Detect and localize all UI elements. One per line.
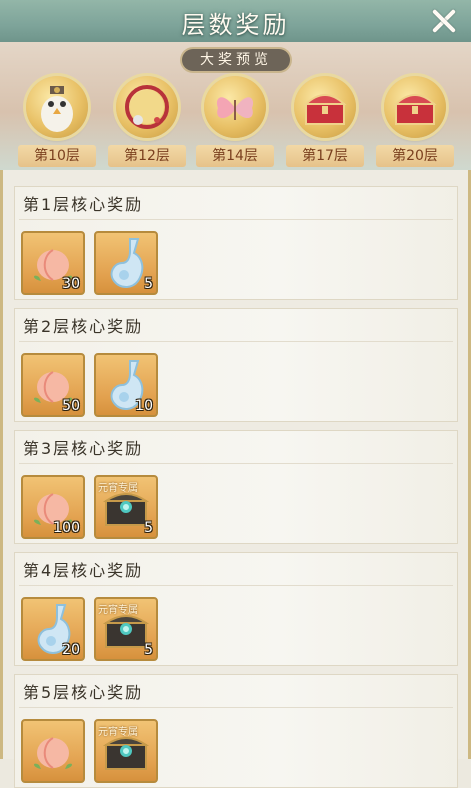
divider bbox=[19, 341, 453, 342]
ring-frame-icon bbox=[116, 76, 178, 138]
divider bbox=[19, 219, 453, 220]
reward-card-title: 第5层核心奖励 bbox=[23, 683, 144, 702]
reward-count: 20 bbox=[62, 642, 80, 658]
preview-item[interactable]: 第17层 bbox=[286, 74, 366, 170]
preview-floor-label: 第10层 bbox=[18, 145, 96, 167]
reward-count: 10 bbox=[135, 398, 153, 414]
owl-avatar-icon bbox=[26, 76, 88, 138]
preview-item[interactable]: 第10层 bbox=[18, 74, 98, 170]
divider bbox=[19, 707, 453, 708]
red-chest-icon bbox=[384, 76, 446, 138]
reward-count: 5 bbox=[144, 276, 153, 292]
reward-card: 第4层核心奖励 20 元宵专属 5 bbox=[14, 552, 458, 666]
reward-slot[interactable]: 10 bbox=[94, 353, 158, 417]
reward-card-title: 第2层核心奖励 bbox=[23, 317, 144, 336]
preview-item[interactable]: 第12层 bbox=[108, 74, 188, 170]
reward-slot[interactable] bbox=[21, 719, 85, 783]
preview-item[interactable]: 第14层 bbox=[196, 74, 276, 170]
reward-slot[interactable]: 20 bbox=[21, 597, 85, 661]
reward-slot[interactable]: 50 bbox=[21, 353, 85, 417]
preview-floor-label: 第17层 bbox=[286, 145, 364, 167]
reward-count: 30 bbox=[62, 276, 80, 292]
exclusive-ribbon: 元宵专属 bbox=[98, 483, 138, 494]
reward-count: 100 bbox=[53, 520, 80, 536]
reward-card-title: 第3层核心奖励 bbox=[23, 439, 144, 458]
red-chest-icon bbox=[294, 76, 356, 138]
reward-slot[interactable]: 元宵专属 bbox=[94, 719, 158, 783]
header-bar: 层数奖励 bbox=[0, 0, 471, 44]
reward-slot[interactable]: 100 bbox=[21, 475, 85, 539]
close-icon[interactable] bbox=[429, 6, 459, 36]
preview-floor-label: 第20层 bbox=[376, 145, 454, 167]
preview-item[interactable]: 第20层 bbox=[376, 74, 456, 170]
grand-prize-preview: 大奖预览 第10层 第12层 第14层 第17层 第20层 bbox=[0, 42, 471, 170]
page-title: 层数奖励 bbox=[181, 11, 290, 39]
reward-slot[interactable]: 5 bbox=[94, 231, 158, 295]
preview-items: 第10层 第12层 第14层 第17层 第20层 bbox=[0, 74, 471, 170]
preview-floor-label: 第12层 bbox=[108, 145, 186, 167]
reward-count: 50 bbox=[62, 398, 80, 414]
reward-card: 第2层核心奖励 50 10 bbox=[14, 308, 458, 422]
pink-butterfly-icon bbox=[204, 76, 266, 138]
reward-count: 5 bbox=[144, 520, 153, 536]
reward-slot[interactable]: 元宵专属 5 bbox=[94, 475, 158, 539]
exclusive-ribbon: 元宵专属 bbox=[98, 727, 138, 738]
preview-floor-label: 第14层 bbox=[196, 145, 274, 167]
reward-card: 第5层核心奖励元宵专属 bbox=[14, 674, 458, 788]
reward-card: 第1层核心奖励 30 5 bbox=[14, 186, 458, 300]
preview-tag: 大奖预览 bbox=[182, 49, 290, 71]
exclusive-ribbon: 元宵专属 bbox=[98, 605, 138, 616]
reward-card: 第3层核心奖励 100 元宵专属 5 bbox=[14, 430, 458, 544]
reward-slot[interactable]: 元宵专属 5 bbox=[94, 597, 158, 661]
reward-card-title: 第4层核心奖励 bbox=[23, 561, 144, 580]
divider bbox=[19, 585, 453, 586]
divider bbox=[19, 463, 453, 464]
reward-card-title: 第1层核心奖励 bbox=[23, 195, 144, 214]
reward-slot[interactable]: 30 bbox=[21, 231, 85, 295]
reward-count: 5 bbox=[144, 642, 153, 658]
